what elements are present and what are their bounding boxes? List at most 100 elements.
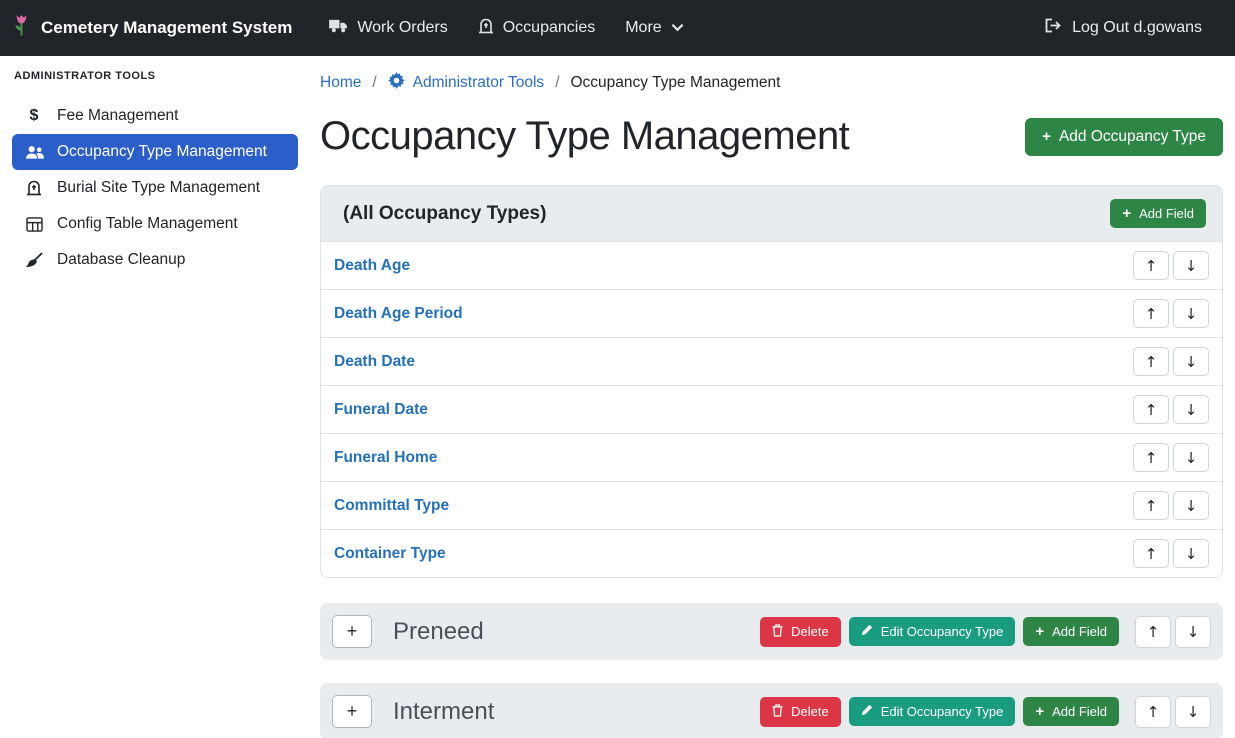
all-occupancy-types-title: (All Occupancy Types) (343, 203, 546, 225)
arrow-down-icon: ↓ (1187, 623, 1200, 641)
arrow-up-icon: ↑ (1145, 353, 1158, 371)
expand-section-button[interactable]: + (332, 615, 372, 648)
field-row: Committal Type ↑ ↓ (321, 481, 1222, 529)
move-up-button[interactable]: ↑ (1133, 491, 1169, 520)
arrow-up-icon: ↑ (1145, 497, 1158, 515)
delete-button[interactable]: Delete (760, 697, 841, 727)
move-up-button[interactable]: ↑ (1135, 616, 1171, 648)
trash-icon (772, 624, 783, 640)
field-link-death-age-period[interactable]: Death Age Period (334, 305, 463, 323)
sidebar-item-config-table-management[interactable]: Config Table Management (12, 206, 298, 242)
field-link-funeral-date[interactable]: Funeral Date (334, 401, 428, 419)
add-field-button[interactable]: + Add Field (1110, 199, 1206, 228)
move-up-button[interactable]: ↑ (1133, 347, 1169, 376)
edit-occupancy-type-button[interactable]: Edit Occupancy Type (849, 697, 1016, 726)
all-occupancy-types-header: (All Occupancy Types) + Add Field (321, 186, 1222, 242)
arrow-down-icon: ↓ (1185, 401, 1198, 419)
add-field-button[interactable]: + Add Field (1023, 617, 1119, 646)
field-row: Death Age Period ↑ ↓ (321, 289, 1222, 337)
expand-section-button[interactable]: + (332, 695, 372, 728)
move-down-button[interactable]: ↓ (1175, 696, 1211, 728)
plus-icon: + (1042, 129, 1051, 144)
top-navbar: Cemetery Management System Work Orders O… (0, 0, 1235, 56)
add-field-button[interactable]: + Add Field (1023, 697, 1119, 726)
truck-icon (329, 18, 348, 38)
move-down-button[interactable]: ↓ (1173, 299, 1209, 328)
app-title: Cemetery Management System (41, 18, 292, 38)
main-content: Home / Administrator Tools / Occupancy T… (308, 56, 1235, 738)
pencil-icon (861, 624, 873, 639)
breadcrumb-separator: / (372, 74, 376, 92)
move-up-button[interactable]: ↑ (1135, 696, 1171, 728)
nav-item-occupancies[interactable]: Occupancies (463, 9, 611, 48)
move-up-button[interactable]: ↑ (1133, 251, 1169, 280)
tombstone-icon (478, 18, 494, 39)
sidebar-item-burial-site-type-management[interactable]: Burial Site Type Management (12, 170, 298, 206)
users-icon (24, 145, 44, 160)
move-down-button[interactable]: ↓ (1173, 251, 1209, 280)
edit-occupancy-type-button[interactable]: Edit Occupancy Type (849, 617, 1016, 646)
sidebar-item-database-cleanup[interactable]: Database Cleanup (12, 242, 298, 278)
arrow-up-icon: ↑ (1145, 449, 1158, 467)
logout-link[interactable]: Log Out d.gowans (1030, 9, 1217, 47)
arrow-down-icon: ↓ (1185, 305, 1198, 323)
dollar-icon: $ (24, 107, 44, 125)
nav-links: Work Orders Occupancies More (314, 9, 698, 48)
field-link-death-age[interactable]: Death Age (334, 257, 410, 275)
arrow-down-icon: ↓ (1187, 703, 1200, 721)
plus-icon: + (347, 621, 358, 642)
sidebar-item-occupancy-type-management[interactable]: Occupancy Type Management (12, 134, 298, 170)
arrow-up-icon: ↑ (1145, 401, 1158, 419)
sidebar-item-fee-management[interactable]: $ Fee Management (12, 98, 298, 134)
plus-icon: + (1035, 624, 1044, 639)
move-down-button[interactable]: ↓ (1173, 347, 1209, 376)
logout-icon (1045, 18, 1063, 38)
arrow-up-icon: ↑ (1145, 545, 1158, 563)
breadcrumb: Home / Administrator Tools / Occupancy T… (320, 72, 1223, 94)
field-link-committal-type[interactable]: Committal Type (334, 497, 449, 515)
field-link-death-date[interactable]: Death Date (334, 353, 415, 371)
plus-icon: + (347, 701, 358, 722)
move-up-button[interactable]: ↑ (1133, 539, 1169, 568)
field-row: Death Age ↑ ↓ (321, 242, 1222, 289)
breadcrumb-separator: / (555, 74, 559, 92)
occupancy-type-section-interment: + Interment Delete (320, 683, 1223, 738)
plus-icon: + (1122, 206, 1131, 221)
tulip-logo-icon (12, 12, 31, 45)
move-up-button[interactable]: ↑ (1133, 299, 1169, 328)
breadcrumb-administrator-tools[interactable]: Administrator Tools (388, 72, 545, 94)
broom-icon (24, 252, 44, 268)
move-up-button[interactable]: ↑ (1133, 443, 1169, 472)
field-link-funeral-home[interactable]: Funeral Home (334, 449, 437, 467)
plus-icon: + (1035, 704, 1044, 719)
breadcrumb-home[interactable]: Home (320, 74, 361, 92)
field-link-container-type[interactable]: Container Type (334, 545, 446, 563)
nav-item-work-orders[interactable]: Work Orders (314, 9, 462, 47)
delete-button[interactable]: Delete (760, 617, 841, 647)
breadcrumb-current: Occupancy Type Management (571, 74, 781, 92)
move-down-button[interactable]: ↓ (1173, 539, 1209, 568)
move-down-button[interactable]: ↓ (1173, 491, 1209, 520)
field-row: Container Type ↑ ↓ (321, 529, 1222, 577)
all-occupancy-types-card: (All Occupancy Types) + Add Field Death … (320, 185, 1223, 578)
field-row: Funeral Date ↑ ↓ (321, 385, 1222, 433)
table-icon (24, 217, 44, 232)
move-down-button[interactable]: ↓ (1173, 443, 1209, 472)
sidebar-header: ADMINISTRATOR TOOLS (14, 70, 298, 82)
add-occupancy-type-button[interactable]: + Add Occupancy Type (1025, 118, 1223, 156)
arrow-down-icon: ↓ (1185, 449, 1198, 467)
chevron-down-icon (671, 19, 684, 37)
page-title: Occupancy Type Management (320, 114, 849, 159)
arrow-up-icon: ↑ (1145, 257, 1158, 275)
app-brand[interactable]: Cemetery Management System (12, 12, 292, 45)
arrow-down-icon: ↓ (1185, 497, 1198, 515)
arrow-up-icon: ↑ (1145, 305, 1158, 323)
sidebar: ADMINISTRATOR TOOLS $ Fee Management Occ… (0, 56, 308, 738)
move-up-button[interactable]: ↑ (1133, 395, 1169, 424)
gear-icon (388, 72, 405, 94)
arrow-up-icon: ↑ (1147, 623, 1160, 641)
nav-item-more[interactable]: More (610, 10, 698, 46)
move-down-button[interactable]: ↓ (1175, 616, 1211, 648)
move-down-button[interactable]: ↓ (1173, 395, 1209, 424)
section-title: Preneed (393, 618, 484, 646)
